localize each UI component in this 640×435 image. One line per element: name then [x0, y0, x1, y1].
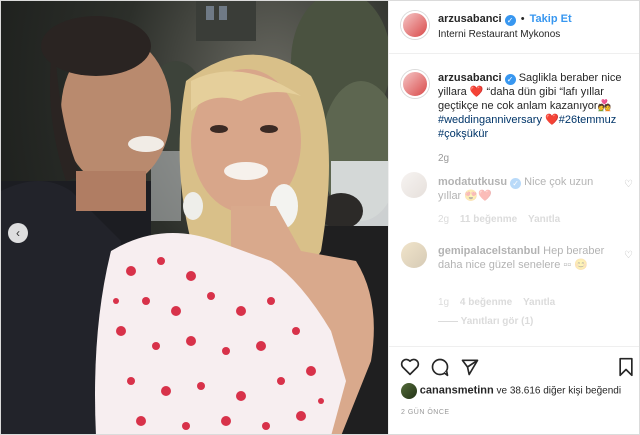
comments-list: arzusabanci ✓ Saglikla beraber nice yill… — [389, 54, 639, 346]
caption-username[interactable]: arzusabanci — [438, 72, 502, 84]
liker-username[interactable]: canansmetinn — [420, 385, 494, 397]
couple-emoji-icon: 💑 — [597, 100, 612, 112]
hashtag-1[interactable]: #weddinganniversary — [438, 114, 542, 126]
author-username[interactable]: arzusabanci — [438, 13, 502, 25]
heart-emoji-icon: ❤️ — [545, 114, 559, 126]
share-button[interactable] — [459, 356, 481, 378]
share-icon — [461, 359, 479, 376]
comment-meta: 2g 11 beğenme Yanıtla — [438, 214, 560, 225]
view-replies-link[interactable]: —— Yanıtları gör (1) — [438, 316, 533, 327]
caption: arzusabanci ✓ Saglikla beraber nice yill… — [438, 71, 633, 141]
post-sidebar: arzusabanci ✓ • Takip Et Interni Restaur… — [388, 1, 639, 434]
commenter-username[interactable]: modatutkusu — [438, 176, 507, 188]
save-button[interactable] — [615, 356, 637, 378]
photo-illustration — [1, 1, 388, 434]
caption-time: 2g — [438, 153, 450, 164]
chevron-left-icon: ‹ — [16, 226, 20, 240]
heart-eyes-emoji-icon: 😍❤️ — [464, 190, 492, 202]
comment-body: modatutkusu ✓ Nice çok uzun yıllar 😍❤️ — [438, 175, 618, 203]
comment-button[interactable] — [429, 356, 451, 378]
verified-badge-icon: ✓ — [510, 178, 522, 189]
reply-button[interactable]: Yanıtla — [528, 214, 560, 225]
author-avatar[interactable] — [401, 11, 429, 39]
header-separator: • — [520, 13, 525, 25]
post-actions: canansmetinn ve 38.616 diğer kişi beğend… — [389, 346, 639, 434]
comment-time: 2g — [438, 214, 450, 225]
comment-like-heart-icon[interactable]: ♡ — [624, 179, 633, 190]
smile-emoji-icon: 😊 — [574, 259, 588, 271]
commenter-avatar[interactable] — [401, 242, 427, 268]
commenter-avatar[interactable] — [401, 172, 427, 198]
hashtag-2[interactable]: #26temmuz — [559, 114, 616, 126]
liker-avatar[interactable] — [401, 383, 417, 399]
comment-meta: 1g 4 beğenme Yanıtla — [438, 297, 555, 308]
comment-icon — [431, 358, 449, 377]
reply-button[interactable]: Yanıtla — [523, 297, 555, 308]
likes-count-text[interactable]: ve 38.616 diğer kişi beğendi — [494, 386, 622, 397]
post-header: arzusabanci ✓ • Takip Et Interni Restaur… — [389, 1, 639, 54]
heart-icon — [400, 358, 420, 376]
comment-like-heart-icon[interactable]: ♡ — [624, 250, 633, 261]
hashtag-3[interactable]: #çokşükür — [438, 128, 488, 140]
comment-time: 1g — [438, 297, 450, 308]
verified-badge-icon: ✓ — [504, 74, 516, 85]
likes-summary: canansmetinn ve 38.616 diğer kişi beğend… — [401, 383, 621, 399]
comment-body: gemipalacelstanbul Hep beraber daha nice… — [438, 244, 618, 272]
commenter-username[interactable]: gemipalacelstanbul — [438, 245, 540, 257]
caption-avatar[interactable] — [401, 70, 429, 98]
post-location[interactable]: Interni Restaurant Mykonos — [438, 29, 560, 40]
bookmark-icon — [619, 357, 633, 377]
heart-emoji-icon: ❤️ — [469, 86, 484, 98]
header-title-row: arzusabanci ✓ • Takip Et — [438, 13, 572, 26]
verified-badge-icon: ✓ — [504, 15, 516, 26]
prev-photo-button[interactable]: ‹ — [8, 223, 28, 243]
flag-emoji-icon: ▫▫ — [563, 259, 572, 271]
like-button[interactable] — [399, 356, 421, 378]
comment-likes[interactable]: 11 beğenme — [460, 214, 517, 225]
comment-likes[interactable]: 4 beğenme — [460, 297, 512, 308]
post-timestamp: 2 GÜN ÖNCE — [401, 409, 450, 416]
follow-button[interactable]: Takip Et — [530, 13, 572, 25]
instagram-post-frame: ‹ arzusabanci ✓ • Takip Et Interni Resta… — [0, 0, 640, 435]
post-photo[interactable]: ‹ — [1, 1, 388, 434]
